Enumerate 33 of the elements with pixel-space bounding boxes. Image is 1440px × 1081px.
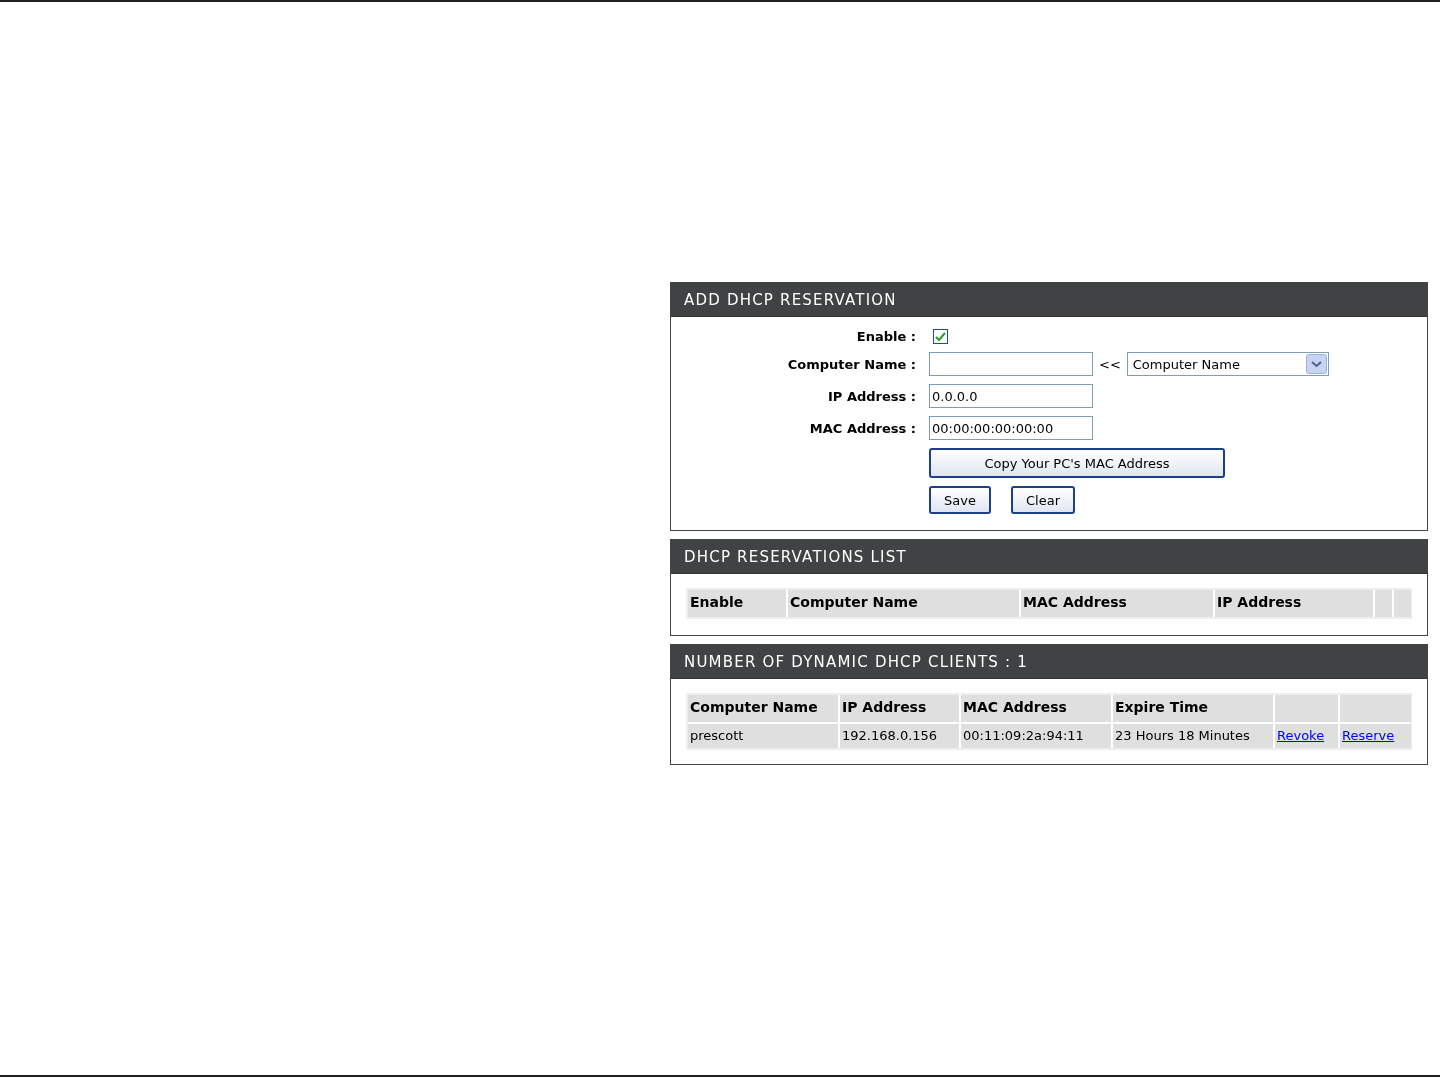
column-header	[1375, 590, 1392, 617]
field-label: Enable :	[855, 329, 916, 344]
column-header: IP Address	[840, 695, 959, 722]
table-cell: prescott	[688, 724, 838, 748]
panel-title: DHCP RESERVATIONS LIST	[671, 540, 1427, 574]
column-header: Enable	[688, 590, 786, 617]
copy-mac-button[interactable]: Copy Your PC's MAC Address	[929, 448, 1225, 478]
column-header: IP Address	[1215, 590, 1373, 617]
column-header: MAC Address	[1021, 590, 1213, 617]
field-label: Computer Name :	[786, 356, 916, 372]
form-button[interactable]: Clear	[1011, 486, 1075, 514]
table-cell: 00:11:09:2a:94:11	[961, 724, 1111, 748]
table-cell: 23 Hours 18 Minutes	[1113, 724, 1273, 748]
column-header	[1275, 695, 1338, 722]
column-header: Expire Time	[1113, 695, 1273, 722]
arrow-text: <<	[1099, 356, 1121, 372]
computer-name-dropdown[interactable]: Computer Name	[1126, 352, 1329, 376]
column-header: Computer Name	[788, 590, 1019, 617]
field-label: IP Address :	[827, 388, 916, 404]
field-label: MAC Address :	[808, 420, 916, 436]
computer-name-field[interactable]	[929, 352, 1093, 376]
table-cell: 192.168.0.156	[840, 724, 959, 748]
panel-title: NUMBER OF DYNAMIC DHCP CLIENTS : 1	[671, 645, 1427, 679]
column-header	[1394, 590, 1411, 617]
form-button[interactable]: Save	[929, 486, 991, 514]
mac-address-field[interactable]: 00:00:00:00:00:00	[929, 416, 1093, 440]
column-header	[1340, 695, 1411, 722]
checkmark-icon	[935, 331, 946, 342]
column-header: MAC Address	[961, 695, 1111, 722]
column-header: Computer Name	[688, 695, 838, 722]
ip-address-field[interactable]: 0.0.0.0	[929, 384, 1093, 408]
enable-checkbox[interactable]	[933, 329, 948, 344]
panel-title: ADD DHCP RESERVATION	[671, 283, 1427, 317]
